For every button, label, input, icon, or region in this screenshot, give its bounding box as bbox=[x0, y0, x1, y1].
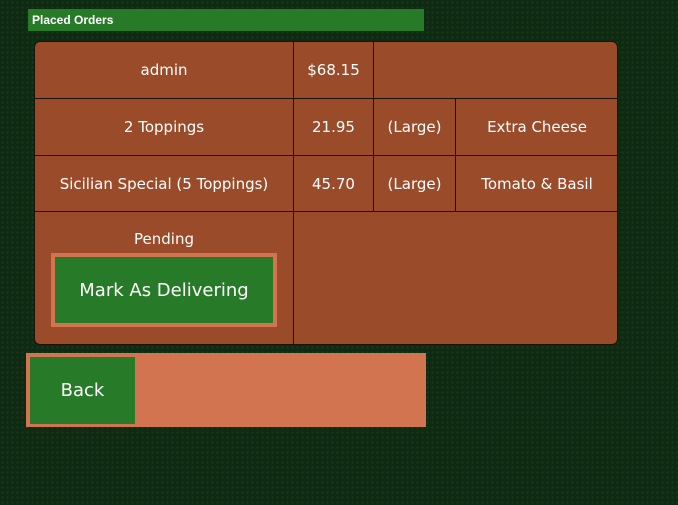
order-status-block: Pending Mark As Delivering bbox=[35, 212, 294, 345]
back-bar: Back bbox=[26, 353, 426, 427]
item-topping: Extra Cheese bbox=[456, 99, 618, 156]
mark-as-delivering-button[interactable]: Mark As Delivering bbox=[51, 253, 277, 327]
item-name: 2 Toppings bbox=[35, 99, 294, 156]
order-customer: admin bbox=[35, 42, 294, 99]
page-title: Placed Orders bbox=[28, 9, 424, 31]
order-total: $68.15 bbox=[294, 42, 374, 99]
item-size: (Large) bbox=[374, 156, 456, 212]
item-name: Sicilian Special (5 Toppings) bbox=[35, 156, 294, 212]
item-price: 45.70 bbox=[294, 156, 374, 212]
item-size: (Large) bbox=[374, 99, 456, 156]
order-card: admin $68.15 2 Toppings 21.95 (Large) Ex… bbox=[34, 41, 618, 345]
back-button[interactable]: Back bbox=[30, 357, 135, 424]
order-status: Pending bbox=[134, 230, 194, 248]
item-topping: Tomato & Basil bbox=[456, 156, 618, 212]
order-header-empty-cell bbox=[374, 42, 618, 99]
item-price: 21.95 bbox=[294, 99, 374, 156]
